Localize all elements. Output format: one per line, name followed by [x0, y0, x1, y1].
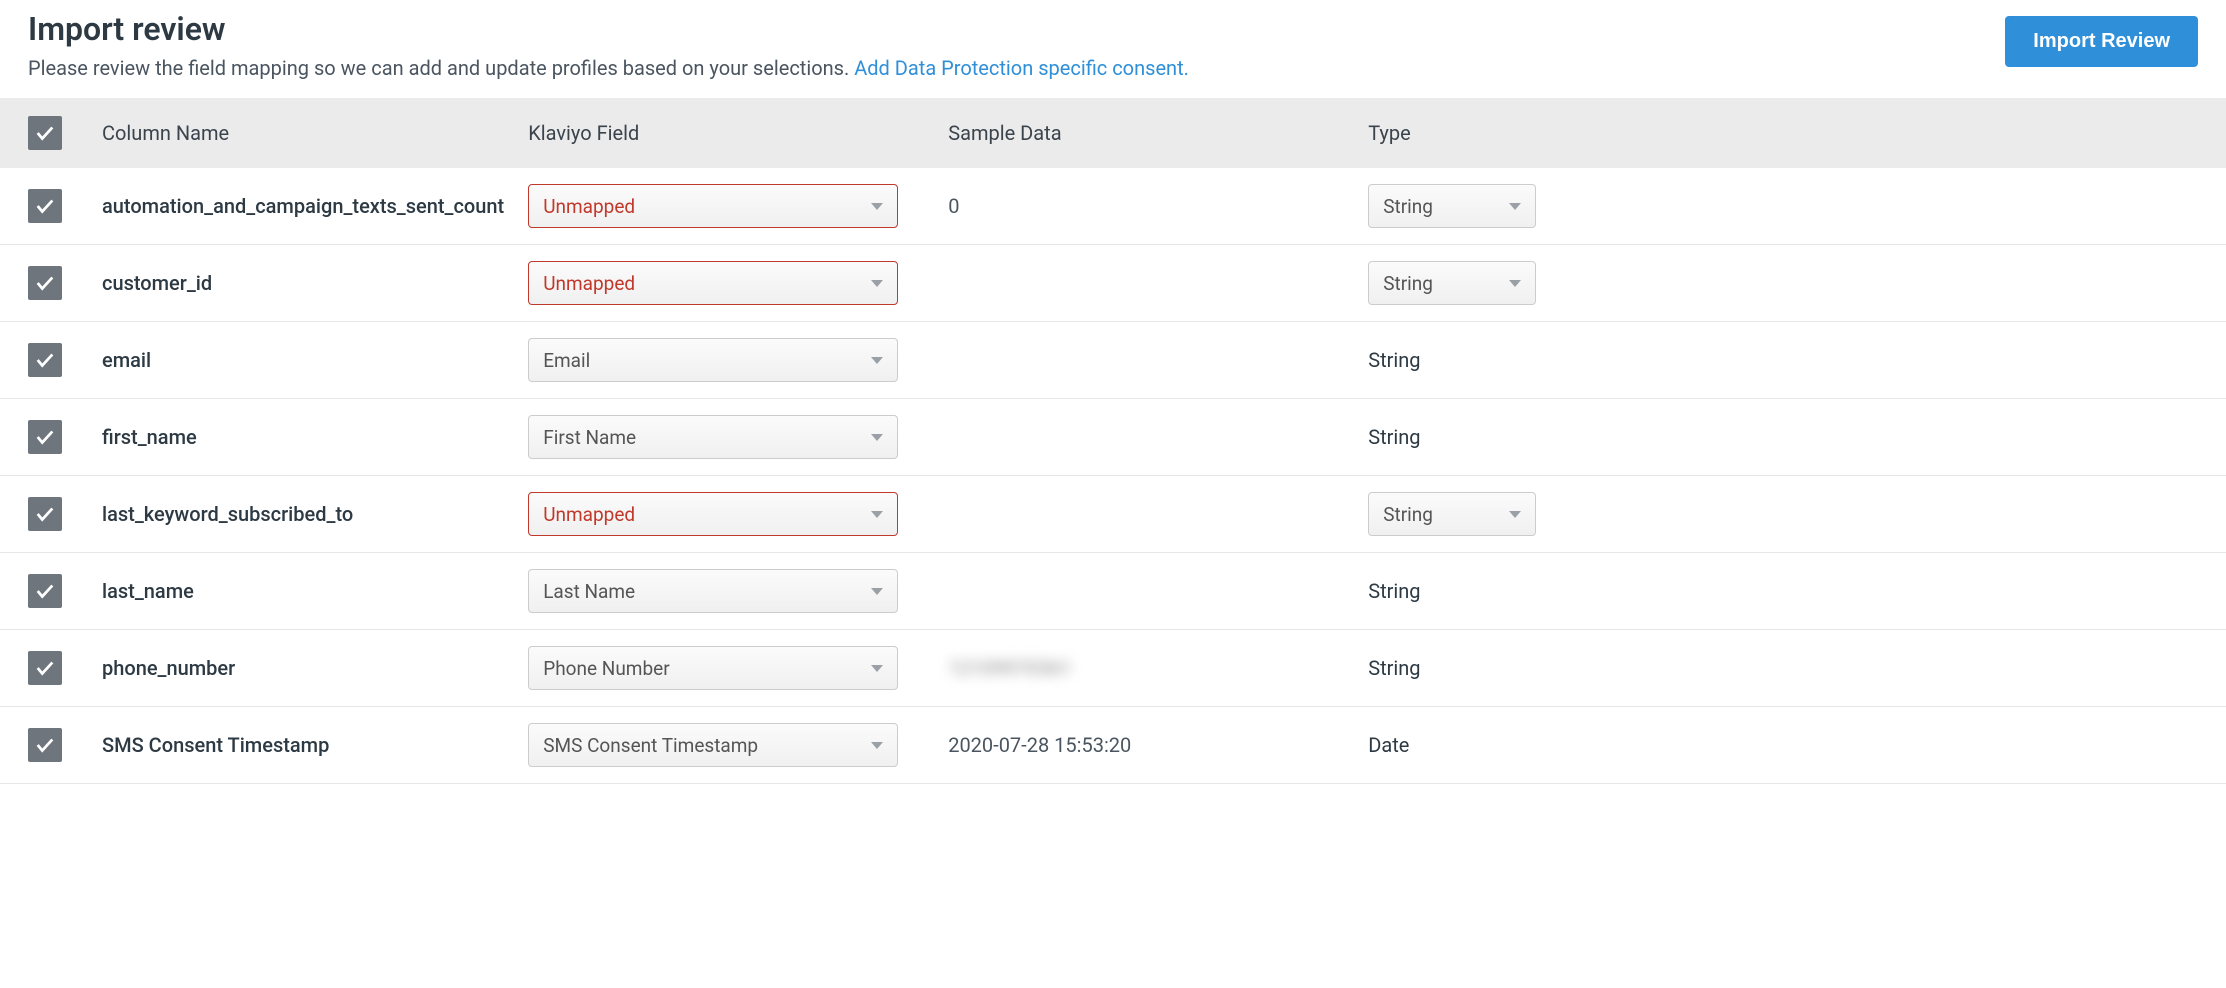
row-checkbox[interactable] [28, 266, 62, 300]
table-row: last_name Last Name String [0, 553, 2226, 630]
chevron-down-icon [871, 665, 883, 672]
select-value: Phone Number [543, 657, 669, 680]
row-checkbox[interactable] [28, 497, 62, 531]
column-name-label: automation_and_campaign_texts_sent_count [102, 194, 504, 218]
column-name-label: first_name [102, 425, 197, 449]
type-label: String [1368, 425, 1420, 449]
header-sample-data: Sample Data [936, 98, 1356, 168]
chevron-down-icon [1509, 203, 1521, 210]
column-name-label: last_keyword_subscribed_to [102, 502, 353, 526]
column-name-label: last_name [102, 579, 194, 603]
sample-data-value: 12109970361 [948, 656, 1072, 680]
chevron-down-icon [871, 434, 883, 441]
select-value: Unmapped [543, 195, 635, 218]
table-row: SMS Consent Timestamp SMS Consent Timesta… [0, 707, 2226, 784]
chevron-down-icon [871, 511, 883, 518]
type-label: String [1368, 656, 1420, 680]
chevron-down-icon [871, 203, 883, 210]
select-value: String [1383, 272, 1433, 295]
type-select[interactable]: String [1368, 261, 1536, 305]
header-text-block: Import review Please review the field ma… [28, 10, 2005, 80]
field-mapping-table: Column Name Klaviyo Field Sample Data Ty… [0, 98, 2226, 784]
klaviyo-field-select[interactable]: Phone Number [528, 646, 898, 690]
check-icon [34, 734, 56, 756]
page-title: Import review [28, 10, 2005, 48]
klaviyo-field-select[interactable]: Unmapped [528, 261, 898, 305]
klaviyo-field-select[interactable]: Unmapped [528, 184, 898, 228]
select-value: String [1383, 503, 1433, 526]
check-icon [34, 503, 56, 525]
klaviyo-field-select[interactable]: Email [528, 338, 898, 382]
klaviyo-field-select[interactable]: SMS Consent Timestamp [528, 723, 898, 767]
sample-data-value: 2020-07-28 15:53:20 [948, 733, 1131, 757]
chevron-down-icon [1509, 511, 1521, 518]
row-checkbox[interactable] [28, 420, 62, 454]
page-header: Import review Please review the field ma… [0, 0, 2226, 98]
check-icon [34, 272, 56, 294]
klaviyo-field-select[interactable]: Unmapped [528, 492, 898, 536]
data-protection-consent-link[interactable]: Add Data Protection specific consent. [854, 56, 1189, 80]
chevron-down-icon [871, 280, 883, 287]
header-column-name: Column Name [90, 98, 516, 168]
select-value: Email [543, 349, 590, 372]
type-select[interactable]: String [1368, 492, 1536, 536]
column-name-label: customer_id [102, 271, 212, 295]
row-checkbox[interactable] [28, 189, 62, 223]
chevron-down-icon [871, 588, 883, 595]
check-icon [34, 349, 56, 371]
check-icon [34, 122, 56, 144]
column-name-label: SMS Consent Timestamp [102, 733, 329, 757]
select-value: First Name [543, 426, 636, 449]
type-label: Date [1368, 733, 1409, 757]
import-review-button[interactable]: Import Review [2005, 16, 2198, 67]
select-value: Unmapped [543, 272, 635, 295]
type-label: String [1368, 579, 1420, 603]
sample-data-value: 0 [948, 194, 959, 218]
select-all-checkbox[interactable] [28, 116, 62, 150]
check-icon [34, 580, 56, 602]
check-icon [34, 195, 56, 217]
chevron-down-icon [871, 742, 883, 749]
select-value: Last Name [543, 580, 635, 603]
table-row: customer_id Unmapped String [0, 245, 2226, 322]
row-checkbox[interactable] [28, 574, 62, 608]
table-row: email Email String [0, 322, 2226, 399]
page-subtitle: Please review the field mapping so we ca… [28, 56, 2005, 80]
klaviyo-field-select[interactable]: Last Name [528, 569, 898, 613]
table-row: phone_number Phone Number 12109970361 Strin… [0, 630, 2226, 707]
header-type: Type [1356, 98, 2226, 168]
table-header-row: Column Name Klaviyo Field Sample Data Ty… [0, 98, 2226, 168]
chevron-down-icon [871, 357, 883, 364]
row-checkbox[interactable] [28, 728, 62, 762]
header-klaviyo-field: Klaviyo Field [516, 98, 936, 168]
column-name-label: email [102, 348, 151, 372]
chevron-down-icon [1509, 280, 1521, 287]
check-icon [34, 657, 56, 679]
table-row: last_keyword_subscribed_to Unmapped String [0, 476, 2226, 553]
select-value: SMS Consent Timestamp [543, 734, 758, 757]
type-label: String [1368, 348, 1420, 372]
type-select[interactable]: String [1368, 184, 1536, 228]
check-icon [34, 426, 56, 448]
row-checkbox[interactable] [28, 651, 62, 685]
column-name-label: phone_number [102, 656, 235, 680]
table-row: first_name First Name String [0, 399, 2226, 476]
row-checkbox[interactable] [28, 343, 62, 377]
subtitle-text: Please review the field mapping so we ca… [28, 56, 854, 80]
klaviyo-field-select[interactable]: First Name [528, 415, 898, 459]
table-row: automation_and_campaign_texts_sent_count… [0, 168, 2226, 245]
select-value: Unmapped [543, 503, 635, 526]
select-value: String [1383, 195, 1433, 218]
